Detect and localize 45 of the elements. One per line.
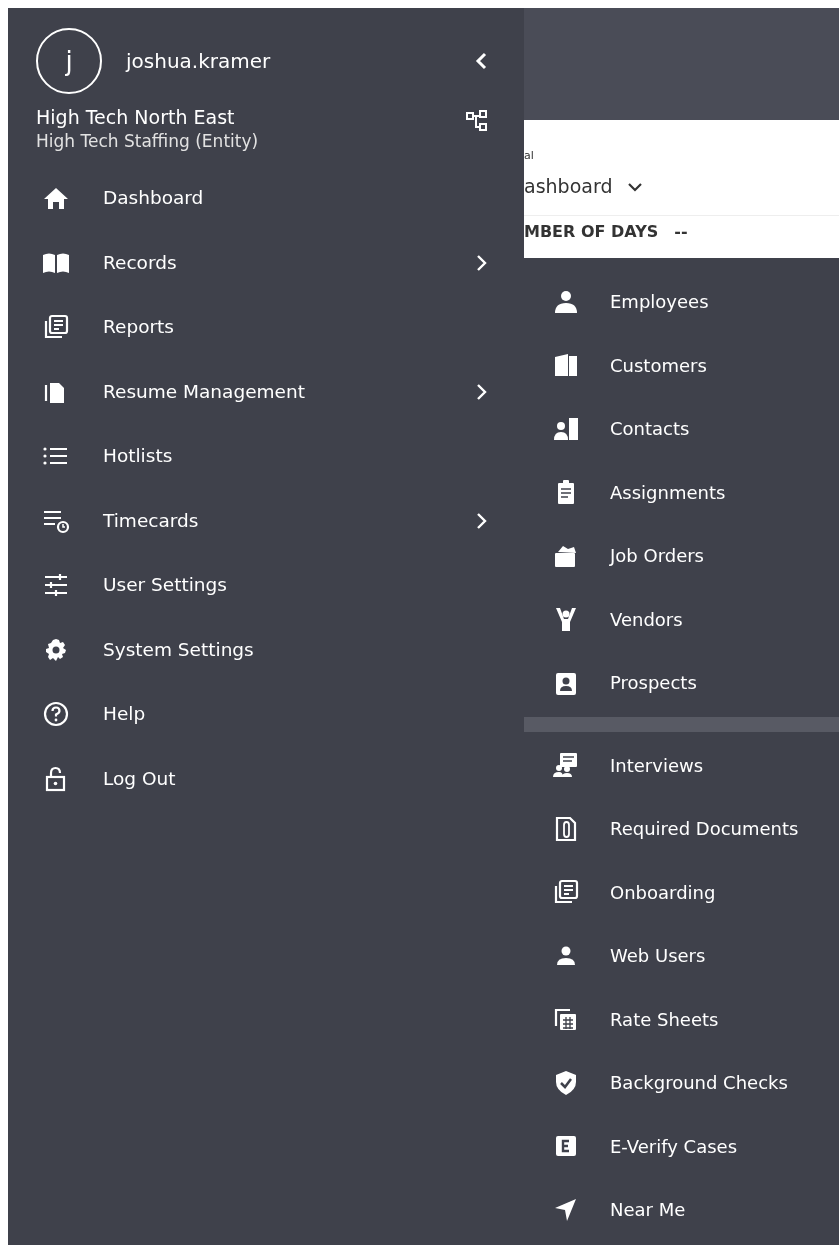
document-stack-icon [552,879,580,906]
submenu-item[interactable]: Vendors [524,587,839,651]
entity-name: High Tech Staffing (Entity) [36,129,259,152]
field-label: al [524,148,534,164]
organization-name: High Tech North East [36,105,236,130]
caret-icon[interactable] [628,181,643,192]
submenu-item[interactable]: Assignments [524,460,839,524]
help-icon [42,701,70,728]
document-stack-icon [42,314,70,341]
username: joshua.kramer [126,48,271,75]
menu-item[interactable]: Log Out [8,746,524,811]
menu-item[interactable]: Records [8,230,524,295]
menu-item[interactable]: Help [8,681,524,747]
menu-item[interactable]: Hotlists [8,423,524,489]
submenu-item[interactable]: Prospects [524,651,839,715]
menu-item[interactable]: Dashboard [8,165,524,231]
submenu-item[interactable]: Background Checks [524,1051,839,1115]
stat-label: MBER OF DAYS [524,221,659,243]
submenu-item[interactable]: Near Me [524,1178,839,1242]
collapse-chevron-icon[interactable] [474,51,488,71]
home-icon [42,185,70,212]
submenu-item[interactable]: Interviews [524,733,839,797]
hierarchy-icon[interactable] [466,110,488,133]
submenu-item[interactable]: Web Users [524,924,839,988]
contact-building-icon [552,415,580,442]
interview-icon [552,752,580,779]
submenu-item[interactable]: Customers [524,333,839,397]
employee-icon [552,288,580,315]
submenu-item[interactable]: Required Documents [524,797,839,861]
submenu-item[interactable]: Contacts [524,397,839,461]
sliders-icon [42,572,70,599]
menu-item[interactable]: Timecards [8,488,524,553]
stat-value: -- [674,221,688,243]
submenu-item[interactable]: Onboarding [524,860,839,924]
submenu-item[interactable]: Rate Sheets [524,987,839,1051]
dashboard-select[interactable]: ashboard [524,172,613,201]
menu-item[interactable]: Resume Management [8,359,524,424]
user-avatar: j [36,28,102,94]
menu-item[interactable]: User Settings [8,552,524,618]
menu-item[interactable]: System Settings [8,617,524,682]
submenu-item[interactable]: Job Orders [524,524,839,588]
submenu-item[interactable]: E-Verify Cases [524,1114,839,1178]
building-icon [552,352,580,379]
menu-item[interactable]: Reports [8,294,524,360]
submenu-item[interactable]: Employees [524,270,839,334]
